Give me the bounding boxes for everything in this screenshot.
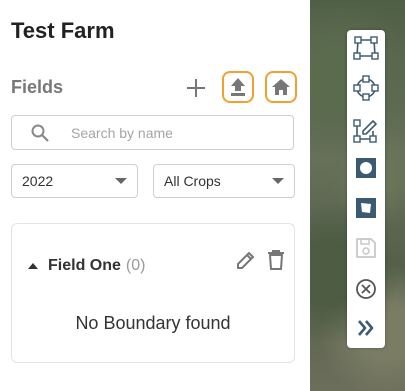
upload-icon xyxy=(231,78,245,96)
draw-circle-button[interactable] xyxy=(352,74,380,102)
edit-field-button[interactable] xyxy=(234,248,258,272)
chevron-down-icon xyxy=(272,178,284,184)
trash-icon xyxy=(268,250,284,270)
draw-polygon-icon xyxy=(353,36,379,60)
no-boundary-message: No Boundary found xyxy=(75,313,231,333)
field-name: Field One xyxy=(48,257,121,274)
collapse-arrow-icon xyxy=(28,263,38,269)
chevron-down-icon xyxy=(115,178,127,184)
home-icon xyxy=(272,79,290,95)
draw-polygon-button[interactable] xyxy=(352,34,380,62)
home-button[interactable] xyxy=(265,71,297,103)
pencil-icon xyxy=(237,252,254,269)
farm-title: Test Farm xyxy=(11,18,115,43)
field-card: Field One (0) No Boundary found xyxy=(11,223,295,363)
year-select-value: 2022 xyxy=(22,173,54,189)
cut-circle-button[interactable] xyxy=(352,154,380,182)
search-icon xyxy=(30,123,50,143)
add-field-button[interactable] xyxy=(182,74,210,102)
search-input[interactable] xyxy=(69,123,273,142)
field-toggle[interactable]: Field One (0) xyxy=(28,257,145,275)
fields-heading: Fields xyxy=(11,77,64,97)
edit-shape-button[interactable] xyxy=(352,116,380,144)
collapse-toolbar-button[interactable] xyxy=(352,314,380,342)
save-shape-button[interactable] xyxy=(352,234,380,262)
plus-icon xyxy=(187,79,205,97)
crops-select-value: All Crops xyxy=(164,173,221,189)
crops-select[interactable]: All Crops xyxy=(153,164,295,198)
cut-polygon-button[interactable] xyxy=(352,194,380,222)
upload-button[interactable] xyxy=(222,71,254,103)
map-draw-toolbar xyxy=(347,30,385,348)
cancel-button[interactable] xyxy=(352,275,380,303)
fields-panel: Test Farm Fields 2022 All Crops xyxy=(0,0,310,391)
delete-field-button[interactable] xyxy=(264,248,288,272)
collapse-double-chevron-icon xyxy=(358,320,374,336)
search-field[interactable] xyxy=(11,115,294,150)
cancel-icon xyxy=(356,279,376,299)
save-icon xyxy=(356,238,376,258)
draw-circle-icon xyxy=(353,75,379,101)
edit-shape-icon xyxy=(353,119,377,143)
cut-polygon-icon xyxy=(356,198,376,218)
cut-circle-icon xyxy=(356,158,376,178)
field-count: (0) xyxy=(125,257,146,274)
year-select[interactable]: 2022 xyxy=(11,164,138,198)
